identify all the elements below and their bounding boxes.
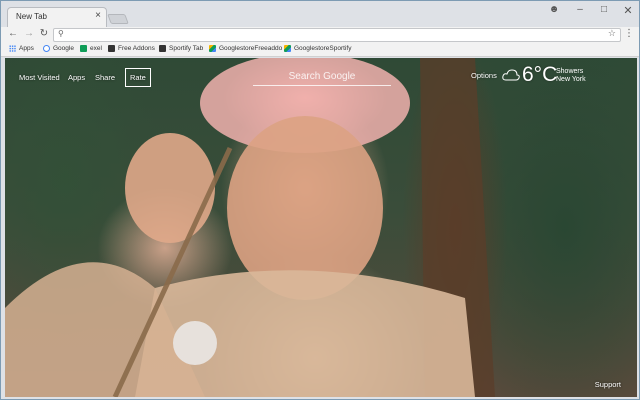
bookmark-star-icon[interactable]: ☆ [608, 28, 616, 39]
drive-icon [284, 45, 291, 52]
back-icon[interactable]: ← [7, 28, 19, 39]
browser-window: New Tab × ☻ – □ ✕ ← → ↻ ⚲ ☆ ⋮ Apps Googl… [0, 0, 640, 400]
tab-close-icon[interactable]: × [95, 10, 101, 21]
bookmarks-bar: Apps Google exel Free Addons Sportify Ta… [1, 43, 639, 57]
bookmark-label: Apps [19, 45, 34, 52]
share-link[interactable]: Share [95, 73, 115, 82]
apps-link[interactable]: Apps [68, 73, 85, 82]
forward-icon[interactable]: → [23, 28, 35, 39]
bookmark-label: GooglestoreFreeaddo [219, 45, 283, 52]
bookmark-label: GooglestoreSportify [294, 45, 352, 52]
bookmark-label: Google [53, 45, 74, 52]
bookmark-googlestore-freeaddo[interactable]: GooglestoreFreeaddo [209, 45, 282, 52]
menu-icon[interactable]: ⋮ [624, 28, 634, 39]
rate-button[interactable]: Rate [125, 68, 151, 87]
profile-icon[interactable]: ☻ [547, 4, 561, 15]
weather-city: New York [556, 76, 586, 83]
most-visited-link[interactable]: Most Visited [19, 73, 60, 82]
support-link[interactable]: Support [595, 380, 621, 389]
sheets-icon [80, 45, 87, 52]
google-icon [43, 45, 50, 52]
drive-icon [209, 45, 216, 52]
apps-grid-icon [9, 45, 16, 52]
maximize-icon[interactable]: □ [597, 4, 611, 15]
reload-icon[interactable]: ↻ [38, 28, 50, 39]
address-bar[interactable]: ⚲ ☆ [53, 28, 621, 42]
close-window-icon[interactable]: ✕ [621, 4, 635, 17]
minimize-icon[interactable]: – [573, 4, 587, 15]
bookmark-label: Sportify Tab [169, 45, 204, 52]
bookmark-free-addons[interactable]: Free Addons [108, 45, 155, 52]
tab-strip: New Tab × ☻ – □ ✕ [1, 1, 639, 27]
cloud-icon [502, 69, 520, 81]
bookmark-label: exel [90, 45, 102, 52]
browser-toolbar: ← → ↻ ⚲ ☆ ⋮ [1, 27, 639, 43]
addon-icon [108, 45, 115, 52]
search-icon: ⚲ [58, 29, 64, 38]
weather-temperature: 6°C [522, 63, 558, 86]
new-tab-page: Most Visited Apps Share Rate Options 6°C… [5, 58, 637, 397]
bookmark-google[interactable]: Google [43, 45, 74, 52]
weather-condition: Showers [556, 68, 584, 75]
tab-new-tab[interactable]: New Tab × [7, 7, 107, 27]
bookmark-googlestore-sportify[interactable]: GooglestoreSportify [284, 45, 351, 52]
bookmark-exel[interactable]: exel [80, 45, 102, 52]
background-photo [5, 58, 495, 397]
options-link[interactable]: Options [471, 71, 497, 80]
search-input[interactable] [253, 68, 391, 86]
new-tab-button[interactable] [107, 14, 129, 24]
bookmark-apps[interactable]: Apps [9, 45, 34, 52]
addon-icon [159, 45, 166, 52]
bookmark-sportify-tab[interactable]: Sportify Tab [159, 45, 203, 52]
tab-title: New Tab [16, 12, 47, 21]
bookmark-label: Free Addons [118, 45, 155, 52]
